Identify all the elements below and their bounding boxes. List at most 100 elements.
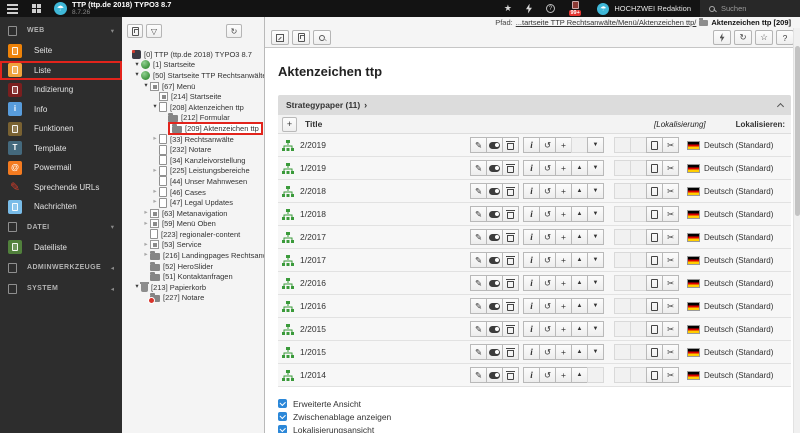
cut-button[interactable]: ✂ (662, 344, 679, 360)
info-button[interactable]: i (523, 252, 540, 268)
new-after-button[interactable]: + (555, 252, 572, 268)
new-after-button[interactable]: + (555, 183, 572, 199)
delete-button[interactable] (502, 206, 519, 222)
tree-node-208[interactable]: ▾[208] Aktenzeichen ttp (122, 102, 264, 113)
info-button[interactable]: i (523, 183, 540, 199)
delete-button[interactable] (502, 298, 519, 314)
tree-node-52[interactable]: [52] HeroSlider (122, 261, 264, 272)
history-button[interactable]: ↺ (539, 367, 556, 383)
new-after-button[interactable]: + (555, 229, 572, 245)
hide-toggle-button[interactable] (486, 321, 503, 337)
move-down-button[interactable]: ▼ (587, 344, 604, 360)
delete-button[interactable] (502, 229, 519, 245)
cut-button[interactable]: ✂ (662, 160, 679, 176)
move-down-button[interactable]: ▼ (587, 275, 604, 291)
tree-toggle-right-icon[interactable]: ▸ (151, 199, 159, 206)
tree-toggle-right-icon[interactable]: ▸ (151, 189, 159, 196)
history-button[interactable]: ↺ (539, 183, 556, 199)
delete-button[interactable] (502, 367, 519, 383)
delete-button[interactable] (502, 183, 519, 199)
info-button[interactable]: i (523, 137, 540, 153)
search-records-button[interactable] (313, 30, 331, 45)
module-grid-button[interactable] (25, 0, 48, 17)
tree-node-214[interactable]: [214] Startseite (122, 91, 264, 102)
cut-button[interactable]: ✂ (662, 206, 679, 222)
sidebar-item-powermail[interactable]: @Powermail (0, 158, 122, 178)
move-down-button[interactable]: ▼ (587, 229, 604, 245)
record-title[interactable]: 1/2017 (300, 255, 326, 265)
cut-button[interactable]: ✂ (662, 367, 679, 383)
tree-node-1[interactable]: ▾[1] Startseite (122, 60, 264, 71)
tree-node-47[interactable]: ▸[47] Legal Updates (122, 197, 264, 208)
new-page-button[interactable] (127, 24, 143, 38)
cut-button[interactable]: ✂ (662, 252, 679, 268)
sidebar-section-system[interactable]: SYSTEM◂ (0, 278, 122, 299)
hide-toggle-button[interactable] (486, 298, 503, 314)
new-after-button[interactable]: + (555, 344, 572, 360)
checkbox-lokalisierungsansicht[interactable]: Lokalisierungsansicht (278, 423, 792, 433)
edit-button[interactable]: ✎ (470, 344, 487, 360)
delete-button[interactable] (502, 321, 519, 337)
cut-button[interactable]: ✂ (662, 183, 679, 199)
move-down-button[interactable]: ▼ (587, 252, 604, 268)
scrollbar-thumb[interactable] (795, 46, 800, 216)
tree-node-227[interactable]: [227] Notare (122, 293, 264, 304)
sidebar-item-funktionen[interactable]: Funktionen (0, 119, 122, 139)
history-button[interactable]: ↺ (539, 206, 556, 222)
sidebar-item-liste[interactable]: Liste (0, 61, 122, 81)
copy-button[interactable] (646, 206, 663, 222)
tree-node-33[interactable]: ▸[33] Rechtsanwälte (122, 134, 264, 145)
info-button[interactable]: i (523, 206, 540, 222)
history-button[interactable]: ↺ (539, 275, 556, 291)
checkbox-checked-icon[interactable] (278, 399, 287, 408)
tree-node-53[interactable]: ▸[53] Service (122, 240, 264, 251)
copy-button[interactable] (646, 344, 663, 360)
new-after-button[interactable]: + (555, 275, 572, 291)
cut-button[interactable]: ✂ (662, 298, 679, 314)
user-menu[interactable]: ☂ HOCHZWEI Redaktion (588, 0, 700, 17)
history-button[interactable]: ↺ (539, 252, 556, 268)
delete-button[interactable] (502, 252, 519, 268)
tree-toggle-right-icon[interactable]: ▸ (142, 221, 150, 228)
edit-button[interactable]: ✎ (470, 183, 487, 199)
table-header[interactable]: Strategypaper (11) › (278, 95, 791, 115)
record-title[interactable]: 2/2017 (300, 232, 326, 242)
cut-button[interactable]: ✂ (662, 137, 679, 153)
tree-node-44[interactable]: [44] Unser Mahnwesen (122, 176, 264, 187)
delete-button[interactable] (502, 160, 519, 176)
edit-button[interactable]: ✎ (470, 137, 487, 153)
hide-toggle-button[interactable] (486, 137, 503, 153)
path-link[interactable]: ...tartseite TTP Rechtsanwälte/Menü/Akte… (516, 18, 697, 27)
hide-toggle-button[interactable] (486, 229, 503, 245)
move-down-button[interactable]: ▼ (587, 298, 604, 314)
tree-node-223[interactable]: [223] regionaler-content (122, 229, 264, 240)
new-record-button[interactable] (292, 30, 310, 45)
record-title[interactable]: 1/2015 (300, 347, 326, 357)
sidebar-item-dateiliste[interactable]: Dateiliste (0, 238, 122, 258)
sidebar-section-adminwerkzeuge[interactable]: ADMINWERKZEUGE◂ (0, 257, 122, 278)
history-button[interactable]: ↺ (539, 321, 556, 337)
checkbox-checked-icon[interactable] (278, 412, 287, 421)
edit-button[interactable]: ✎ (470, 229, 487, 245)
tree-node-225[interactable]: ▸[225] Leistungsbereiche (122, 166, 264, 177)
copy-button[interactable] (646, 160, 663, 176)
hide-toggle-button[interactable] (486, 275, 503, 291)
tree-toggle-right-icon[interactable]: ▸ (151, 168, 159, 175)
tree-node-232[interactable]: [232] Notare (122, 144, 264, 155)
edit-button[interactable]: ✎ (470, 275, 487, 291)
hide-toggle-button[interactable] (486, 183, 503, 199)
copy-button[interactable] (646, 367, 663, 383)
tree-toggle-down-icon[interactable]: ▾ (151, 104, 159, 111)
info-button[interactable]: i (523, 160, 540, 176)
tree-node-46[interactable]: ▸[46] Cases (122, 187, 264, 198)
new-after-button[interactable]: + (555, 298, 572, 314)
copy-button[interactable] (646, 252, 663, 268)
reload-button[interactable]: ↻ (734, 30, 752, 45)
sidebar-item-sprechende-urls[interactable]: ✎Sprechende URLs (0, 178, 122, 198)
tree-node-34[interactable]: [34] Kanzleivorstellung (122, 155, 264, 166)
record-title[interactable]: 1/2014 (300, 370, 326, 380)
tree-node-50[interactable]: ▾[50] Startseite TTP Rechtsanwälte (122, 70, 264, 81)
move-up-button[interactable]: ▲ (571, 321, 588, 337)
record-title[interactable]: 1/2018 (300, 209, 326, 219)
filter-button[interactable]: ▽ (146, 24, 162, 38)
